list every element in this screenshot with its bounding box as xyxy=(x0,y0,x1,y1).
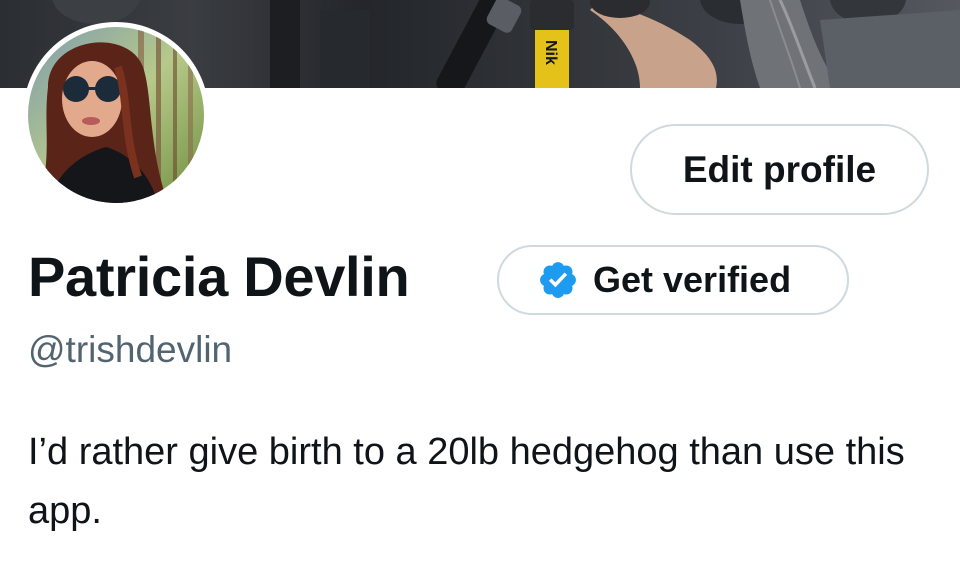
avatar[interactable] xyxy=(23,22,209,208)
profile-bio: I’d rather give birth to a 20lb hedgehog… xyxy=(28,431,905,532)
get-verified-label: Get verified xyxy=(593,259,792,300)
display-name: Patricia Devlin xyxy=(28,245,410,308)
edit-profile-button[interactable]: Edit profile xyxy=(630,124,929,215)
strap-text: Nik xyxy=(542,40,559,65)
username-handle: @trishdevlin xyxy=(28,329,233,370)
avatar-image xyxy=(28,27,204,203)
get-verified-button[interactable]: Get verified xyxy=(497,245,849,315)
verified-badge-icon xyxy=(540,262,576,298)
